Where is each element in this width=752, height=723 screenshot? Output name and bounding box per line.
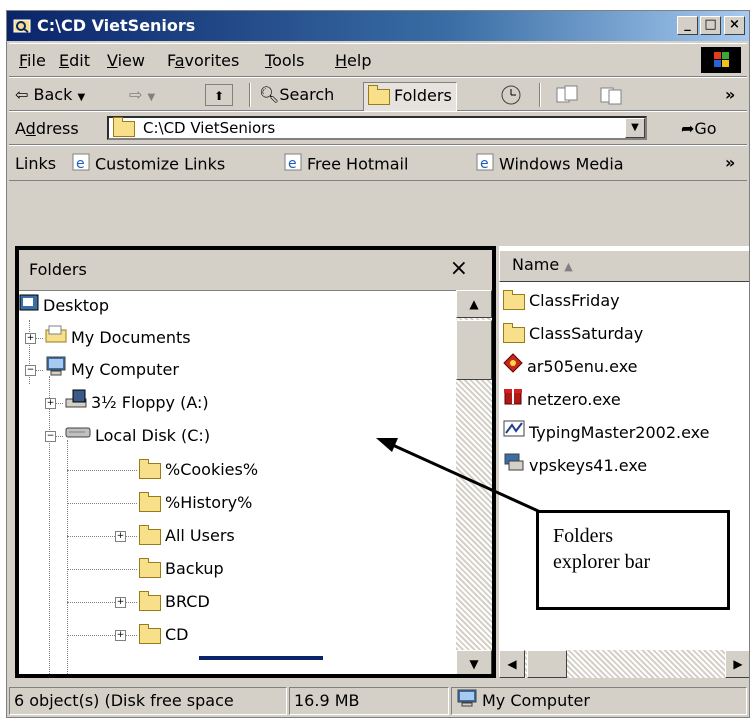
callout-box: Folders explorer bar	[536, 510, 730, 610]
callout-line-2: explorer bar	[553, 551, 651, 573]
callout-line-1: Folders	[553, 525, 613, 547]
callout-arrow	[376, 438, 559, 522]
